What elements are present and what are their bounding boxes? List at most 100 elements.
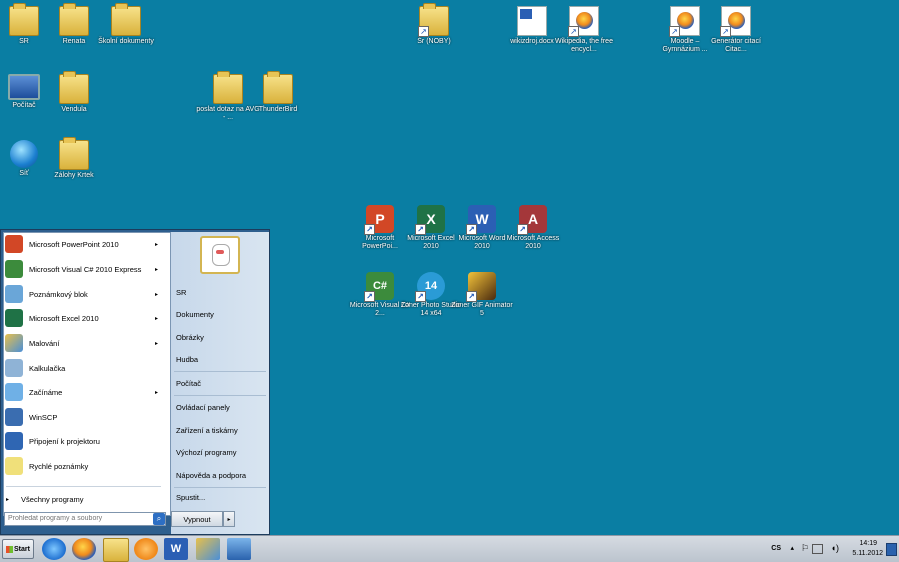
winscp-icon <box>5 408 23 426</box>
user-folder-icon <box>59 71 89 104</box>
program-label: Poznámkový blok <box>29 289 88 299</box>
search-input[interactable] <box>4 512 166 526</box>
program-label: Kalkulačka <box>29 363 66 373</box>
submenu-arrow-icon: ▸ <box>154 389 158 396</box>
folder-icon <box>213 71 243 104</box>
show-hidden-icons-icon[interactable]: ▴ <box>790 544 794 552</box>
shutdown-options-arrow-icon[interactable]: ▸ <box>223 511 235 527</box>
program-kalkulacka[interactable]: Kalkulačka <box>2 357 164 379</box>
user-folder-icon <box>9 3 39 36</box>
desktop-icon-zoner-gif[interactable]: Zoner GIF Animator 5 <box>450 272 514 318</box>
avatar[interactable] <box>200 236 240 274</box>
desktop-icon-label: Zoner GIF Animator 5 <box>451 302 513 317</box>
visual-csharp-icon: C# <box>364 272 394 302</box>
folder-icon <box>263 71 293 104</box>
firefox-link-icon <box>669 6 700 37</box>
desktop-icon-label: Vendula <box>61 106 87 113</box>
folder-icon <box>59 137 89 170</box>
places-separator <box>174 487 266 488</box>
folder-shortcut-icon <box>418 3 449 37</box>
desktop-icon-generator-citaci[interactable]: Generátor citací Citac... <box>704 6 768 54</box>
user-folder-icon <box>59 3 89 36</box>
desktop-icon-label: Wikipedia, the free encycl... <box>555 38 613 53</box>
program-winscp[interactable]: WinSCP <box>2 406 164 428</box>
notepad-icon <box>5 285 23 303</box>
program-powerpoint[interactable]: Microsoft PowerPoint 2010 ▸ <box>2 233 164 255</box>
firefox-link-icon <box>720 6 751 37</box>
submenu-arrow-icon: ▸ <box>154 241 158 248</box>
remote-desktop-icon[interactable] <box>227 538 251 560</box>
places-item-pocitac[interactable]: Počítač <box>176 379 201 388</box>
places-item-zarizeni-a-tiskarny[interactable]: Zařízení a tiskárny <box>176 426 238 435</box>
places-item-sr[interactable]: SR <box>176 288 186 297</box>
program-visual-csharp[interactable]: Microsoft Visual C# 2010 Express ▸ <box>2 258 164 280</box>
start-button[interactable]: Start <box>2 539 34 559</box>
sticky-notes-icon <box>5 457 23 475</box>
shutdown-button[interactable]: Vypnout <box>171 511 223 527</box>
program-label: Microsoft Excel 2010 <box>29 313 99 323</box>
volume-icon[interactable]: ◖) <box>831 543 839 553</box>
desktop-icon-label: ThunderBird <box>258 106 298 113</box>
program-label: Malování <box>29 338 60 348</box>
desktop-icon-label: Generátor citací Citac... <box>711 38 761 53</box>
powerpoint-icon: P <box>364 205 394 235</box>
places-item-spustit[interactable]: Spustit... <box>176 493 205 502</box>
projector-icon <box>5 432 23 450</box>
access-icon: A <box>517 205 547 235</box>
places-item-napoveda-a-podpora[interactable]: Nápověda a podpora <box>176 471 246 480</box>
places-separator <box>174 371 266 372</box>
explorer-folder-icon[interactable] <box>103 538 129 562</box>
firefox-icon[interactable] <box>72 538 96 560</box>
places-item-obrazky[interactable]: Obrázky <box>176 333 204 342</box>
program-poznamkovy-blok[interactable]: Poznámkový blok ▸ <box>2 283 164 305</box>
submenu-arrow-icon: ▸ <box>154 315 158 322</box>
desktop-icon-skolni-dokumenty[interactable]: Školní dokumenty <box>94 3 158 46</box>
clock-date[interactable]: 5.11.2012 <box>852 550 883 557</box>
desktop-icon-zalohy-krtek[interactable]: Zálohy Krtek <box>42 137 106 180</box>
taskbar: Start W CS ▴ ⚐ ◖) 14:19 5.11.2012 <box>0 535 899 562</box>
search-icon[interactable]: ⌕ <box>153 513 165 525</box>
powerpoint-icon <box>5 235 23 253</box>
excel-icon <box>5 309 23 327</box>
internet-explorer-icon[interactable] <box>42 538 66 560</box>
desktop-icon-label: Zálohy Krtek <box>54 172 94 179</box>
language-indicator[interactable]: CS <box>771 545 781 552</box>
visual-csharp-icon <box>5 260 23 278</box>
start-label: Start <box>14 546 30 553</box>
desktop-icon-label: Školní dokumenty <box>98 38 154 45</box>
program-rychle-poznamky[interactable]: Rychlé poznámky <box>2 455 164 477</box>
desktop-icon-sr-noby[interactable]: Šr (NOBY) <box>402 3 466 46</box>
program-label: Microsoft PowerPoint 2010 <box>29 239 119 249</box>
places-item-vychozi-programy[interactable]: Výchozí programy <box>176 448 236 457</box>
desktop-icon-wikipedia[interactable]: Wikipedia, the free encycl... <box>552 6 616 54</box>
paint-icon[interactable] <box>196 538 220 560</box>
firefox-link-icon <box>568 6 599 37</box>
places-item-dokumenty[interactable]: Dokumenty <box>176 310 214 319</box>
word-icon[interactable]: W <box>164 538 188 560</box>
submenu-arrow-icon: ▸ <box>154 340 158 347</box>
desktop-icon-label: Šr (NOBY) <box>417 38 451 45</box>
program-excel[interactable]: Microsoft Excel 2010 ▸ <box>2 307 164 329</box>
network-tray-icon[interactable] <box>812 544 823 554</box>
programs-separator <box>6 486 161 487</box>
paint-icon <box>5 334 23 352</box>
clock-time[interactable]: 14:19 <box>859 540 877 547</box>
desktop-icon-thunderbird[interactable]: ThunderBird <box>246 71 310 114</box>
media-player-icon[interactable] <box>134 538 158 560</box>
show-desktop-button[interactable] <box>886 543 897 556</box>
getting-started-icon <box>5 383 23 401</box>
folder-icon <box>111 3 141 36</box>
places-item-ovladaci-panely[interactable]: Ovládací panely <box>176 403 230 412</box>
all-programs-button[interactable]: ▸ Všechny programy <box>2 491 166 507</box>
places-separator <box>174 395 266 396</box>
program-zaciname[interactable]: Začínáme ▸ <box>2 381 164 403</box>
desktop-icon-access[interactable]: A Microsoft Access 2010 <box>501 205 565 251</box>
program-label: Microsoft Visual C# 2010 Express <box>29 264 142 274</box>
program-pripojeni-k-projektoru[interactable]: Připojení k projektoru <box>2 430 164 452</box>
zoner-photo-icon: 14 <box>415 272 445 302</box>
program-label: Připojení k projektoru <box>29 436 100 446</box>
action-center-flag-icon[interactable]: ⚐ <box>801 543 809 554</box>
program-malovani[interactable]: Malování ▸ <box>2 332 164 354</box>
places-item-hudba[interactable]: Hudba <box>176 355 198 364</box>
desktop-icon-vendula[interactable]: Vendula <box>42 71 106 114</box>
